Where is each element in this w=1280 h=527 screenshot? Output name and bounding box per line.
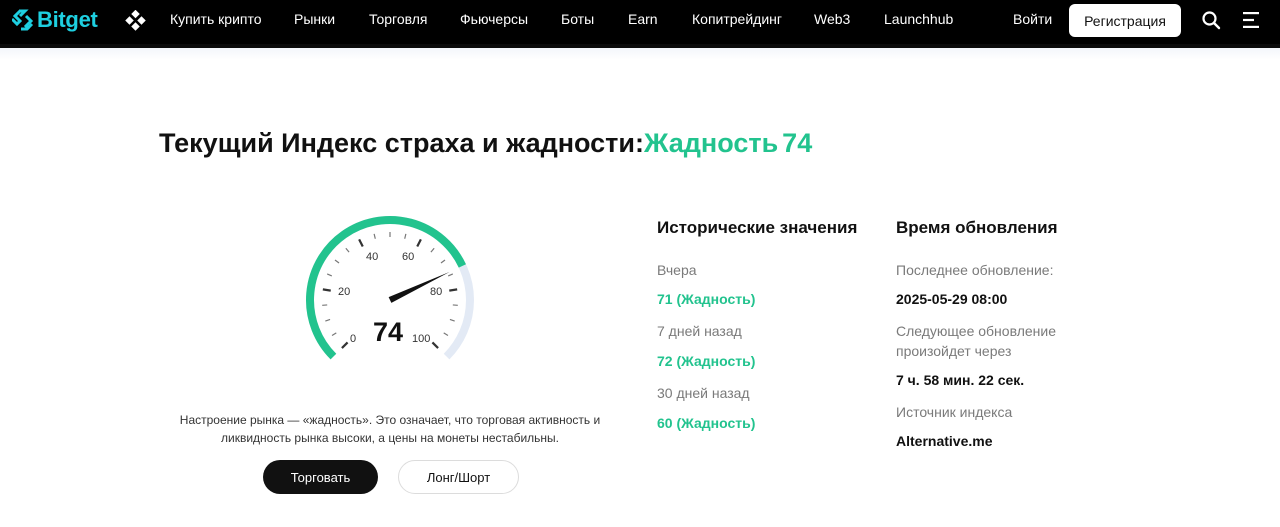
- nav-web3[interactable]: Web3: [814, 11, 850, 27]
- register-button[interactable]: Регистрация: [1069, 4, 1181, 37]
- menu-icon[interactable]: [1243, 11, 1261, 29]
- history-label-30days: 30 дней назад: [657, 385, 750, 401]
- history-value-30days: 60 (Жадность): [657, 415, 756, 431]
- market-mood-line-2: ликвидность рынка высоки, а цены на моне…: [221, 431, 559, 445]
- last-update-value: 2025-05-29 08:00: [896, 291, 1008, 307]
- gauge-major-tick: [416, 238, 422, 248]
- last-update-label: Последнее обновление:: [896, 262, 1054, 278]
- gauge-major-tick: [431, 341, 439, 349]
- search-icon[interactable]: [1201, 10, 1221, 30]
- gauge-label-80: 80: [430, 286, 443, 298]
- nav-copytrading[interactable]: Копитрейдинг: [692, 11, 782, 27]
- gauge-value: 74: [373, 317, 404, 347]
- market-mood-line-1: Настроение рынка — «жадность». Это означ…: [179, 413, 601, 427]
- page-title-status: Жадность: [644, 128, 779, 158]
- gauge-label-0: 0: [350, 333, 357, 345]
- nav-futures[interactable]: Фьючерсы: [460, 11, 528, 27]
- gauge-minor-tick: [325, 318, 331, 322]
- navbar-shadow: [0, 48, 1280, 60]
- gauge-minor-tick: [447, 273, 454, 277]
- login-link[interactable]: Войти: [1013, 11, 1052, 27]
- nav-trading[interactable]: Торговля: [369, 11, 427, 27]
- gauge-major-tick: [449, 288, 458, 292]
- gauge-label-20: 20: [338, 286, 351, 298]
- gauge-minor-tick: [404, 233, 407, 239]
- history-label-7days: 7 дней назад: [657, 323, 742, 339]
- nav-earn[interactable]: Earn: [628, 11, 658, 27]
- gauge-minor-tick: [440, 259, 446, 264]
- gauge-minor-tick: [331, 332, 337, 337]
- history-title: Исторические значения: [657, 218, 858, 237]
- bitget-logo[interactable]: Bitget: [12, 6, 98, 34]
- index-source-value: Alternative.me: [896, 433, 993, 449]
- apps-icon[interactable]: [125, 10, 147, 32]
- gauge-minor-tick: [345, 247, 350, 253]
- next-update-label: Следующее обновление произойдет через: [896, 323, 1056, 359]
- next-update-value: 7 ч. 58 мин. 22 сек.: [896, 372, 1025, 388]
- gauge-minor-tick: [326, 273, 333, 277]
- fear-greed-gauge: [306, 216, 474, 360]
- logo-text: Bitget: [37, 7, 98, 32]
- gauge-minor-tick: [430, 247, 435, 253]
- gauge-label-40: 40: [366, 251, 379, 263]
- nav-buy-crypto[interactable]: Купить крипто: [170, 11, 262, 27]
- page-title-prefix: Текущий Индекс страха и жадности:: [159, 128, 644, 158]
- bitget-logo-icon: [12, 9, 34, 31]
- market-mood-description: Настроение рынка — «жадность». Это означ…: [170, 411, 610, 447]
- history-value-7days: 72 (Жадность): [657, 353, 756, 369]
- history-label-yesterday: Вчера: [657, 262, 697, 278]
- gauge-label-100: 100: [412, 333, 431, 345]
- gauge-minor-tick: [373, 233, 376, 239]
- page-title-value: 74: [782, 128, 813, 158]
- index-source-label: Источник индекса: [896, 404, 1013, 420]
- gauge-major-tick: [322, 288, 331, 292]
- history-value-yesterday: 71 (Жадность): [657, 291, 756, 307]
- nav-launchhub[interactable]: Launchhub: [884, 11, 953, 27]
- gauge-major-tick: [358, 238, 364, 248]
- gauge-major-tick: [341, 341, 349, 349]
- nav-bots[interactable]: Боты: [561, 11, 594, 27]
- trade-button[interactable]: Торговать: [263, 460, 378, 494]
- gauge-minor-tick: [334, 259, 340, 264]
- long-short-button[interactable]: Лонг/Шорт: [398, 460, 519, 494]
- page-title: Текущий Индекс страха и жадности:Жадност…: [159, 128, 812, 159]
- gauge-minor-tick: [449, 318, 455, 322]
- update-title: Время обновления: [896, 218, 1058, 237]
- gauge-label-60: 60: [402, 251, 415, 263]
- nav-markets[interactable]: Рынки: [294, 11, 335, 27]
- gauge-minor-tick: [443, 332, 449, 337]
